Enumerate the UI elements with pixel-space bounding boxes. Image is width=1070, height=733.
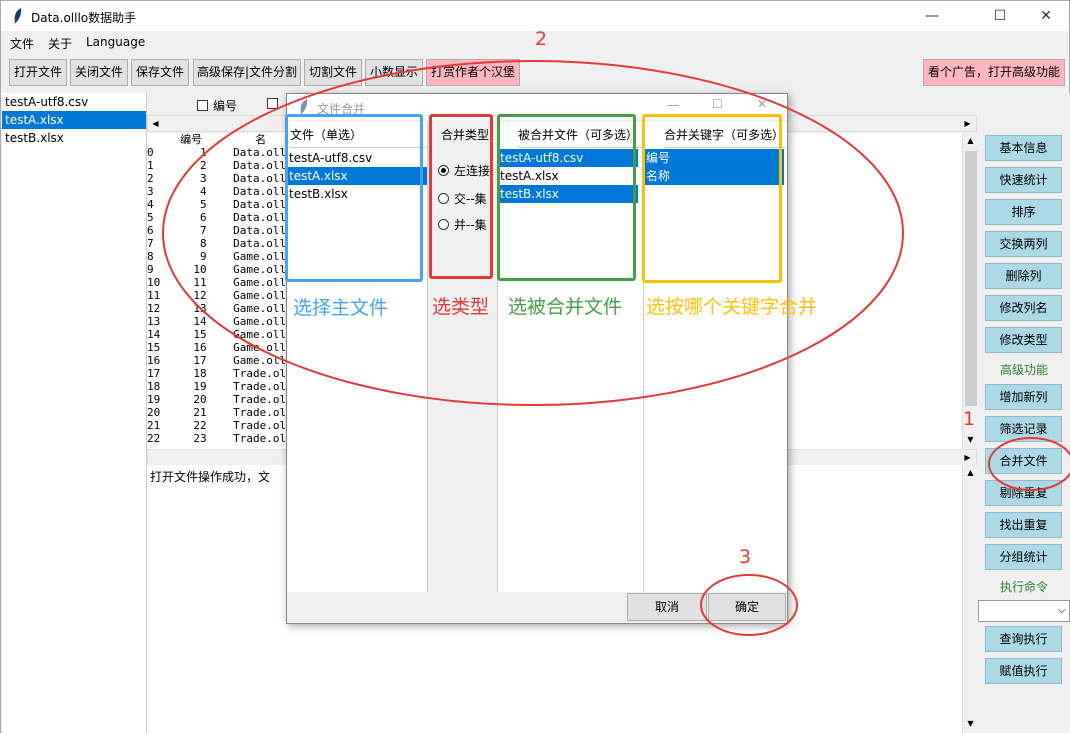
type-box [429, 114, 493, 279]
ok-button-ellipse [700, 574, 798, 636]
annotation-number-2: 2 [535, 28, 548, 50]
main-file-box [285, 114, 423, 282]
merged-box [497, 114, 636, 281]
key-box [642, 114, 782, 283]
app-window: Data.olllo数据助手 — ☐ ✕ 文件 关于 Language 打开文件… [0, 0, 1070, 733]
annotation-type: 选类型 [432, 296, 490, 318]
annotation-merged: 选被合并文件 [508, 296, 623, 318]
annotation-key: 选按哪个关键字合并 [646, 296, 818, 318]
annotation-overlay [162, 60, 1070, 636]
annotation-number-1: 1 [963, 408, 976, 430]
merge-button-ellipse [988, 437, 1070, 491]
annotation-main-file: 选择主文件 [293, 297, 389, 319]
annotation-number-3: 3 [739, 546, 752, 568]
